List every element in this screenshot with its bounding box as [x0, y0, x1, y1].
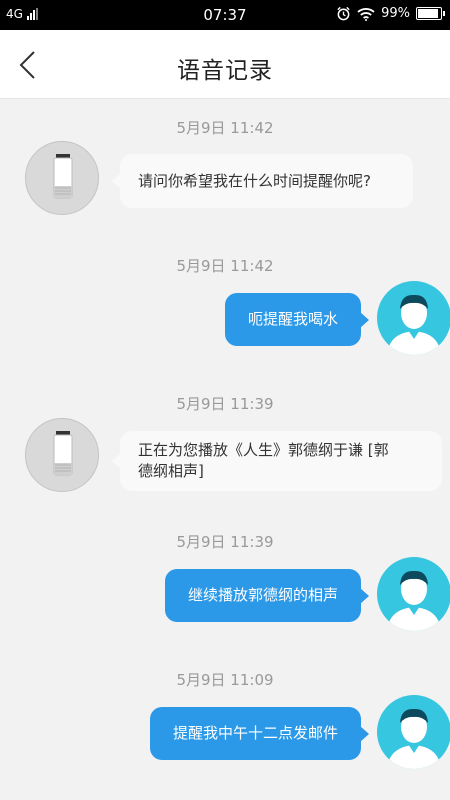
- status-bar: 4G 07:37 99%: [0, 0, 450, 30]
- user-avatar: [377, 281, 450, 355]
- speaker-device-icon: [53, 154, 73, 199]
- battery-percent: 99%: [381, 6, 410, 21]
- message-text: 呃提醒我喝水: [247, 310, 338, 328]
- device-message-bubble: 请问你希望我在什么时间提醒你呢?: [112, 154, 413, 208]
- message-text-line: 正在为您播放《人生》郭德纲于谦 [郭: [138, 441, 389, 459]
- page-title: 语音记录: [177, 58, 273, 84]
- header-bar: 语音记录: [0, 30, 450, 99]
- device-avatar: [25, 141, 99, 215]
- message-timestamp: 5月9日 11:39: [176, 395, 274, 413]
- user-avatar: [377, 695, 450, 769]
- user-message-bubble[interactable]: 继续播放郭德纲的相声: [165, 569, 369, 622]
- message-timestamp: 5月9日 11:42: [176, 119, 274, 137]
- alarm-icon: [337, 6, 350, 21]
- message-timestamp: 5月9日 11:42: [176, 257, 274, 275]
- status-icons: 99%: [336, 6, 445, 21]
- user-avatar-icon: [387, 708, 441, 769]
- device-message-bubble: 正在为您播放《人生》郭德纲于谦 [郭 德纲相声]: [112, 431, 442, 491]
- device-avatar: [25, 418, 99, 492]
- user-avatar-icon: [387, 294, 441, 355]
- message-text: 继续播放郭德纲的相声: [187, 586, 338, 604]
- user-avatar-icon: [387, 570, 441, 631]
- message-text: 提醒我中午十二点发邮件: [172, 724, 338, 742]
- message-timestamp: 5月9日 11:39: [176, 533, 274, 551]
- user-message-bubble[interactable]: 呃提醒我喝水: [225, 293, 369, 346]
- message-text: 正在为您播放《人生》郭德纲于谦 [郭 德纲相声]: [138, 440, 389, 482]
- message-text: 请问你希望我在什么时间提醒你呢?: [138, 171, 371, 190]
- message-timestamp: 5月9日 11:09: [176, 671, 274, 689]
- message-text-line: 德纲相声]: [138, 462, 204, 480]
- user-avatar: [377, 557, 450, 631]
- battery-icon: [416, 7, 445, 20]
- user-message-bubble[interactable]: 提醒我中午十二点发邮件: [150, 707, 369, 760]
- speaker-device-icon: [53, 431, 73, 476]
- wifi-icon: [357, 7, 375, 21]
